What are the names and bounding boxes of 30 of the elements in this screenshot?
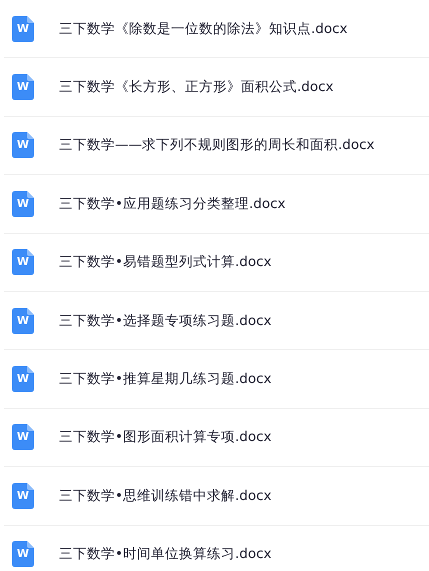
file-row[interactable]: W 三下数学•推算星期几练习题.docx (4, 350, 429, 409)
file-name: 三下数学《长方形、正方形》面积公式.docx (59, 78, 334, 96)
document-icon: W (12, 16, 34, 42)
file-row[interactable]: W 三下数学——求下列不规则图形的周长和面积.docx (4, 116, 429, 176)
file-name: 三下数学•图形面积计算专项.docx (59, 428, 272, 446)
file-name: 三下数学《除数是一位数的除法》知识点.docx (59, 20, 348, 38)
document-icon: W (12, 482, 34, 509)
file-row[interactable]: W 三下数学《长方形、正方形》面积公式.docx (4, 58, 429, 117)
document-icon: W (12, 308, 34, 334)
document-icon: W (12, 249, 34, 276)
document-icon: W (12, 132, 34, 158)
file-row[interactable]: W 三下数学•应用题练习分类整理.docx (4, 175, 429, 234)
document-icon: W (12, 74, 34, 100)
file-name: 三下数学•选择题专项练习题.docx (59, 312, 272, 330)
file-row[interactable]: W 三下数学•图形面积计算专项.docx (4, 408, 429, 468)
file-name: 三下数学•易错题型列式计算.docx (59, 253, 272, 272)
file-row[interactable]: W 三下数学•时间单位换算练习.docx (4, 526, 429, 571)
file-row[interactable]: W 三下数学•思维训练错中求解.docx (4, 467, 429, 526)
file-name: 三下数学•思维训练错中求解.docx (59, 486, 272, 505)
file-row[interactable]: W 三下数学《除数是一位数的除法》知识点.docx (4, 0, 429, 58)
document-icon: W (12, 190, 34, 217)
file-row[interactable]: W 三下数学•选择题专项练习题.docx (4, 292, 429, 350)
document-icon: W (12, 541, 34, 568)
file-row[interactable]: W 三下数学•易错题型列式计算.docx (4, 234, 429, 292)
document-icon: W (12, 366, 34, 392)
file-name: 三下数学•时间单位换算练习.docx (59, 545, 272, 564)
file-name: 三下数学•应用题练习分类整理.docx (59, 194, 286, 213)
file-name: 三下数学•推算星期几练习题.docx (59, 370, 272, 388)
file-name: 三下数学——求下列不规则图形的周长和面积.docx (59, 136, 375, 154)
document-icon: W (12, 424, 34, 450)
